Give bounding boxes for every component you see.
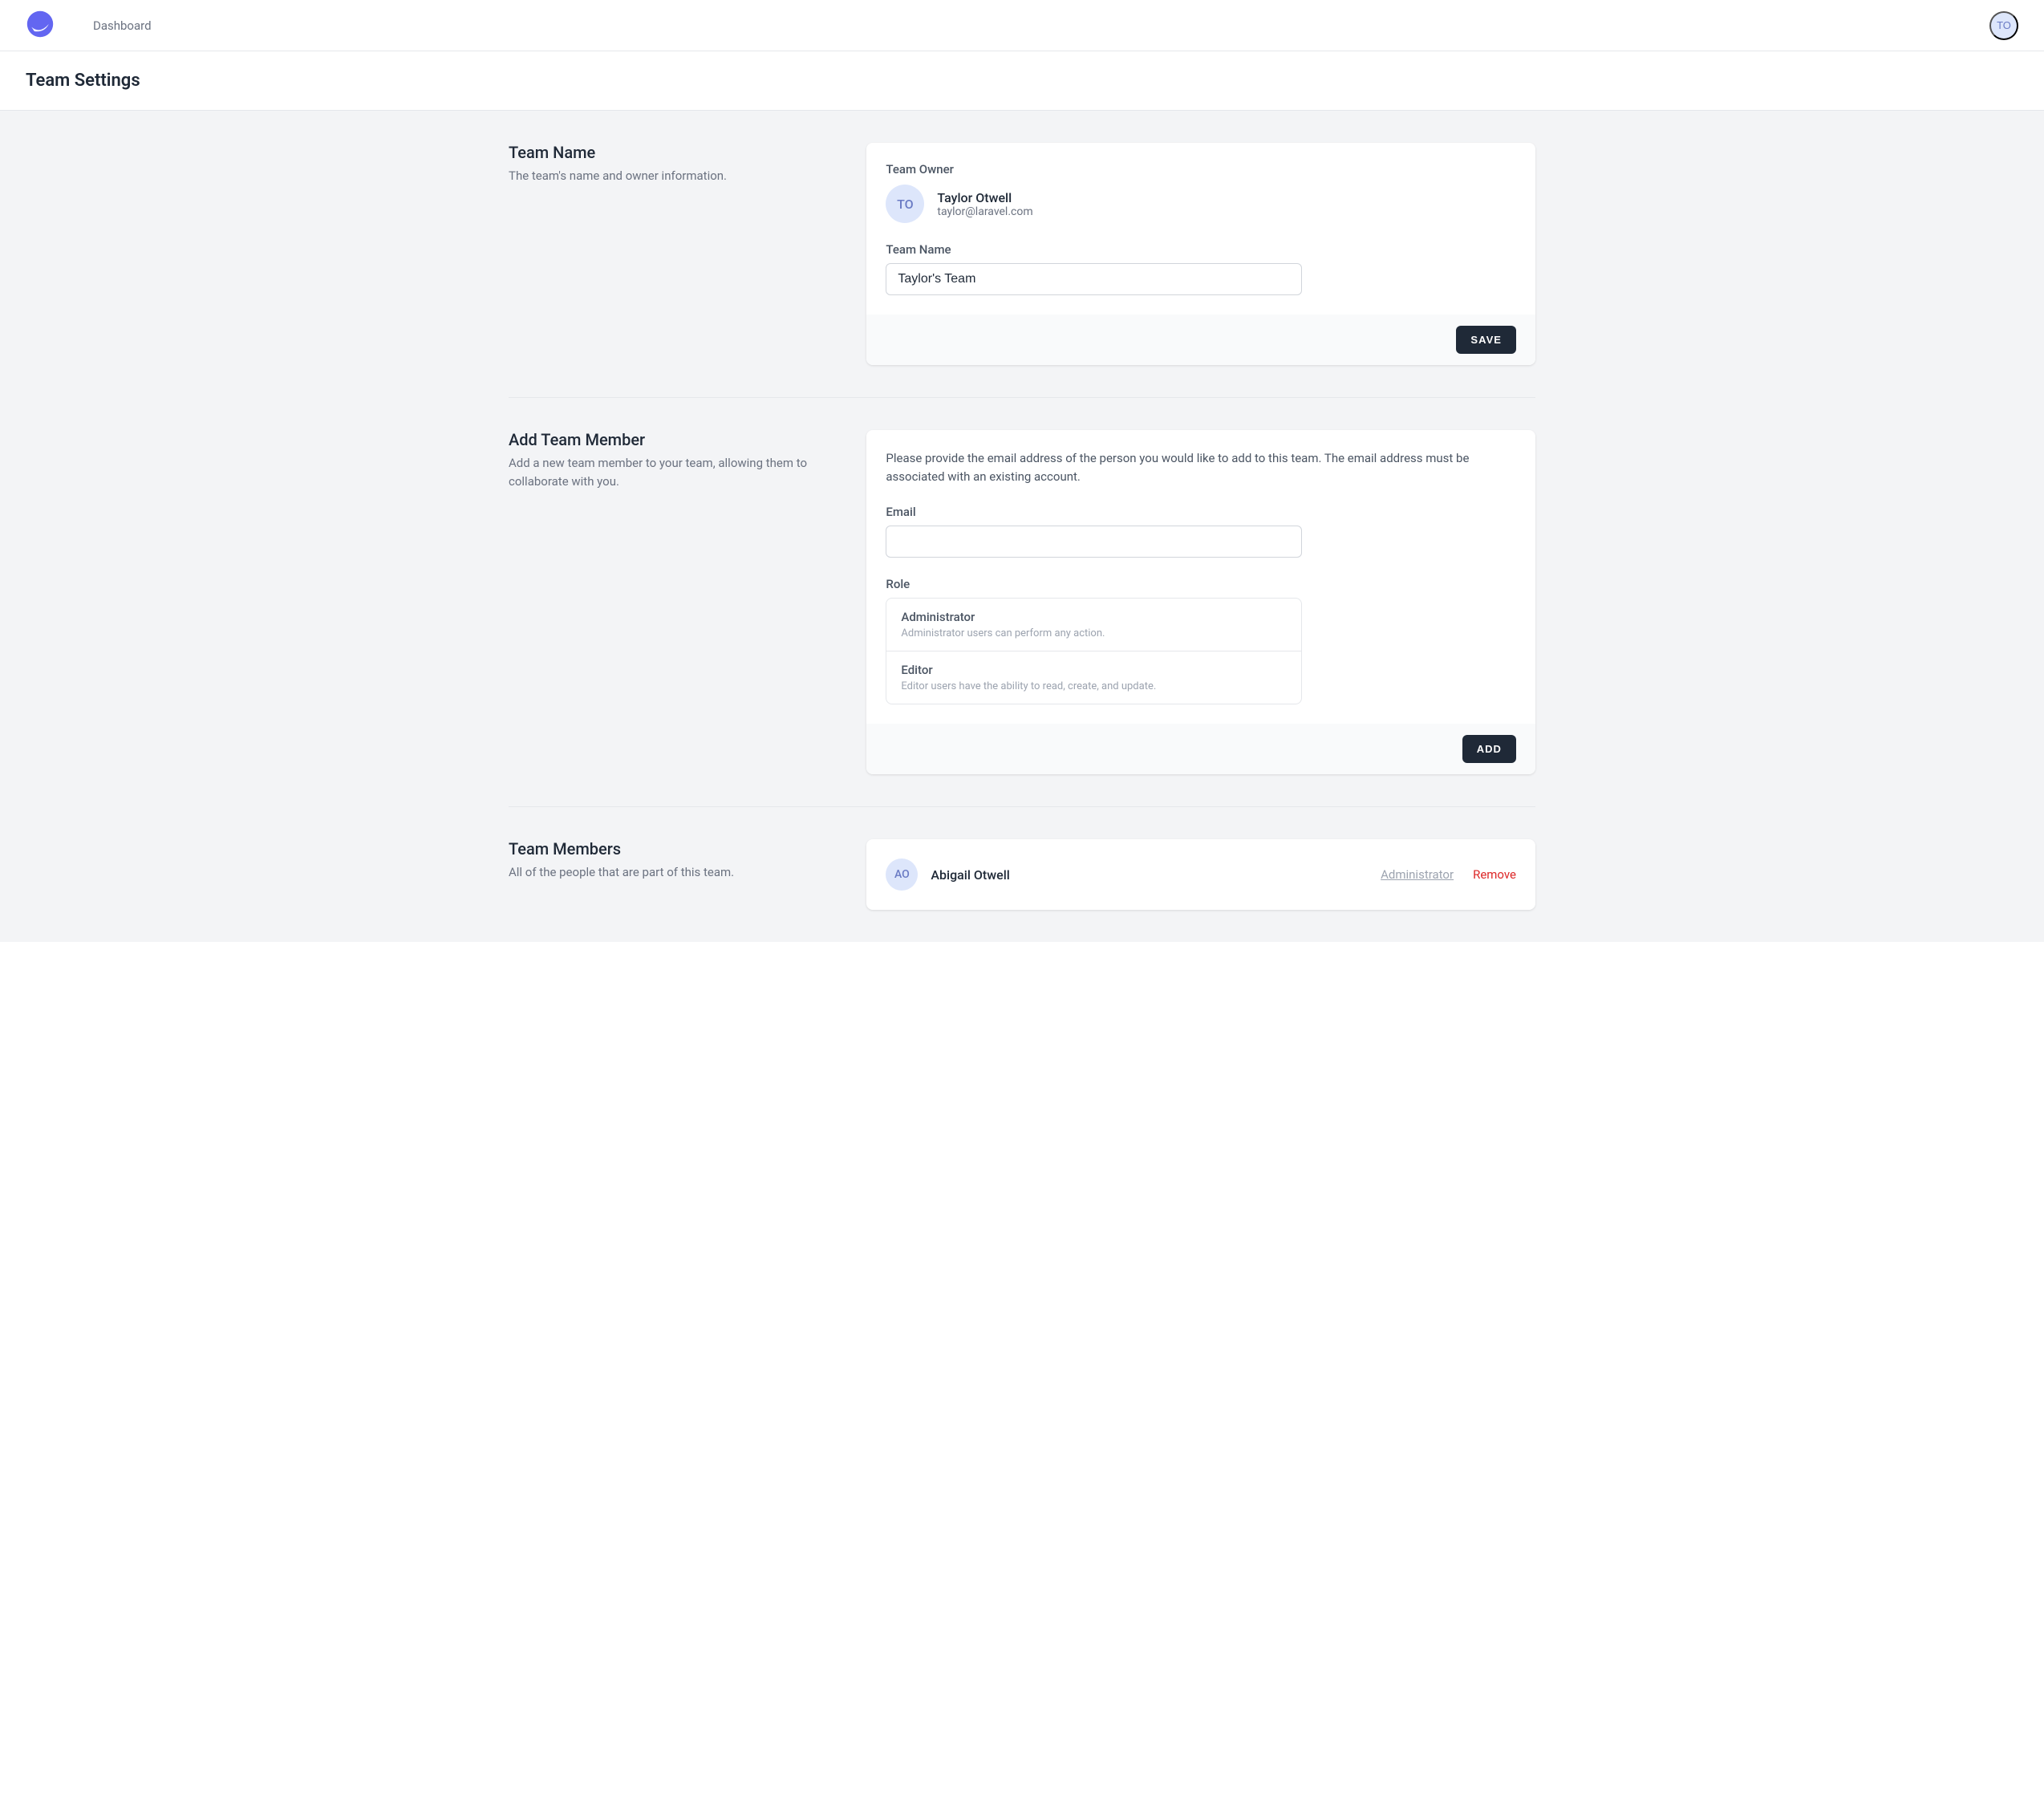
role-title: Editor [901,663,1287,677]
team-name-card: Team Owner TO Taylor Otwell taylor@larav… [866,143,1535,365]
section-title: Add Team Member [509,430,847,449]
save-button[interactable]: SAVE [1456,326,1516,354]
role-option-administrator[interactable]: Administrator Administrator users can pe… [886,599,1301,651]
member-info: AO Abigail Otwell [886,858,1009,891]
email-input[interactable] [886,526,1302,558]
nav-left: Dashboard [26,10,152,42]
members-card: AO Abigail Otwell Administrator Remove [866,839,1535,910]
member-remove-button[interactable]: Remove [1473,867,1516,882]
section-add-member: Add Team Member Add a new team member to… [509,430,1535,774]
user-menu-button[interactable]: TO [1989,11,2018,40]
page-title: Team Settings [26,71,2018,91]
logo-icon [26,10,55,39]
add-button[interactable]: ADD [1462,735,1516,763]
owner-info: Taylor Otwell taylor@laravel.com [937,190,1032,218]
team-owner-label: Team Owner [886,162,1516,177]
email-label: Email [886,505,1516,519]
add-member-help: Please provide the email address of the … [886,449,1516,485]
member-name: Abigail Otwell [931,867,1009,883]
user-initials: TO [1997,19,2011,31]
role-title: Administrator [901,610,1287,624]
section-divider [509,806,1535,807]
team-name-label: Team Name [886,242,1516,257]
nav-dashboard-link[interactable]: Dashboard [93,18,152,33]
role-label: Role [886,577,1516,591]
owner-avatar: TO [886,185,924,223]
member-role-button[interactable]: Administrator [1381,867,1454,882]
owner-initials: TO [897,197,914,212]
section-description: The team's name and owner information. [509,167,847,185]
owner-name: Taylor Otwell [937,190,1032,205]
section-team-name: Team Name The team's name and owner info… [509,143,1535,365]
role-list: Administrator Administrator users can pe… [886,598,1302,704]
member-avatar: AO [886,858,918,891]
role-description: Administrator users can perform any acti… [901,627,1287,639]
role-description: Editor users have the ability to read, c… [901,680,1287,692]
logo-link[interactable] [26,10,55,42]
member-row: AO Abigail Otwell Administrator Remove [886,858,1516,891]
owner-row: TO Taylor Otwell taylor@laravel.com [886,185,1516,223]
section-description: Add a new team member to your team, allo… [509,454,847,490]
section-divider [509,397,1535,398]
add-member-card: Please provide the email address of the … [866,430,1535,774]
page-header: Team Settings [0,51,2044,111]
section-description: All of the people that are part of this … [509,863,847,882]
main-content: Team Name The team's name and owner info… [0,111,2044,942]
section-team-members: Team Members All of the people that are … [509,839,1535,910]
team-name-input[interactable] [886,263,1302,295]
member-actions: Administrator Remove [1381,867,1516,882]
section-title: Team Name [509,143,847,162]
section-title: Team Members [509,839,847,858]
member-initials: AO [894,868,910,881]
top-nav: Dashboard TO [0,0,2044,51]
owner-email: taylor@laravel.com [937,205,1032,218]
role-option-editor[interactable]: Editor Editor users have the ability to … [886,651,1301,704]
